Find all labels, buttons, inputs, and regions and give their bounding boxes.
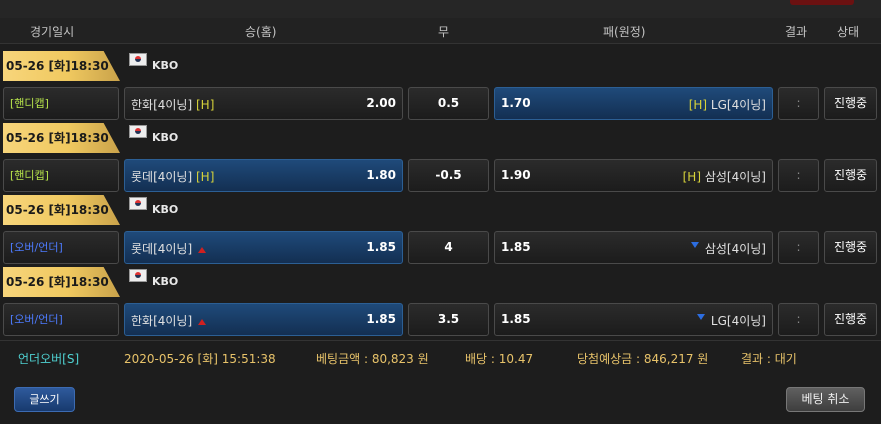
korea-flag-icon [129, 269, 147, 282]
home-odds: 1.85 [366, 312, 396, 326]
under-arrow-icon [696, 314, 705, 320]
game-row: 05-26 [화]18:30 KBO [오버/언더] 롯데[4이닝] 1.85 … [0, 195, 881, 267]
draw-handicap-value[interactable]: 3.5 [408, 303, 489, 336]
away-odds: 1.70 [501, 96, 531, 110]
summary-datetime: 2020-05-26 [화] 15:51:38 [124, 352, 276, 366]
away-bet-button[interactable]: 1.85 삼성[4이닝] [494, 231, 773, 264]
home-odds: 2.00 [366, 96, 396, 110]
summary-bet-amount: 베팅금액 : 80,823 원 [316, 352, 429, 366]
over-arrow-icon [198, 318, 207, 325]
away-odds: 1.90 [501, 168, 531, 182]
bet-type-label: [핸디캡] [3, 87, 119, 120]
korea-flag-icon [129, 197, 147, 210]
top-red-button[interactable] [790, 0, 854, 5]
home-bet-button[interactable]: 롯데[4이닝] 1.85 [124, 231, 403, 264]
game-status-badge: 진행중 [824, 231, 877, 264]
draw-handicap-value[interactable]: 0.5 [408, 87, 489, 120]
home-team-label: 한화[4이닝] [131, 312, 207, 329]
game-date-tab: 05-26 [화]18:30 [3, 51, 120, 81]
game-date-tab: 05-26 [화]18:30 [3, 267, 120, 297]
game-date-tab: 05-26 [화]18:30 [3, 195, 120, 225]
away-team-label: [H] LG[4이닝] [688, 98, 766, 112]
away-bet-button[interactable]: 1.90 [H] 삼성[4이닝] [494, 159, 773, 192]
game-row: 05-26 [화]18:30 KBO [오버/언더] 한화[4이닝] 1.85 … [0, 267, 881, 339]
league-name: KBO [152, 59, 179, 72]
game-row: 05-26 [화]18:30 KBO [핸디캡] 롯데[4이닝] [H] 1.8… [0, 123, 881, 195]
korea-flag-icon [129, 125, 147, 138]
away-bet-button[interactable]: 1.85 LG[4이닝] [494, 303, 773, 336]
away-odds: 1.85 [501, 312, 531, 326]
header-home: 승(홈) [245, 25, 277, 39]
home-bet-button[interactable]: 한화[4이닝] 1.85 [124, 303, 403, 336]
home-bet-button[interactable]: 한화[4이닝] [H] 2.00 [124, 87, 403, 120]
away-odds: 1.85 [501, 240, 531, 254]
game-result: : [778, 231, 819, 264]
home-team-label: 롯데[4이닝] [H] [131, 170, 215, 184]
away-team-label: [H] 삼성[4이닝] [682, 170, 766, 184]
home-bet-button[interactable]: 롯데[4이닝] [H] 1.80 [124, 159, 403, 192]
game-status-badge: 진행중 [824, 303, 877, 336]
league-name: KBO [152, 203, 179, 216]
away-team-label: LG[4이닝] [696, 312, 766, 329]
header-away: 패(원정) [603, 25, 646, 39]
league-name: KBO [152, 131, 179, 144]
game-result: : [778, 87, 819, 120]
game-result: : [778, 159, 819, 192]
summary-expected-win: 당첨예상금 : 846,217 원 [577, 352, 709, 366]
league-name: KBO [152, 275, 179, 288]
draw-handicap-value[interactable]: -0.5 [408, 159, 489, 192]
header-result: 결과 [785, 25, 808, 39]
game-result: : [778, 303, 819, 336]
cancel-bet-button[interactable]: 베팅 취소 [786, 387, 865, 412]
bet-type-label: [오버/언더] [3, 303, 119, 336]
korea-flag-icon [129, 53, 147, 66]
away-bet-button[interactable]: 1.70 [H] LG[4이닝] [494, 87, 773, 120]
game-row: 05-26 [화]18:30 KBO [핸디캡] 한화[4이닝] [H] 2.0… [0, 51, 881, 123]
under-arrow-icon [690, 242, 699, 248]
header-draw: 무 [438, 25, 450, 39]
bet-type-label: [오버/언더] [3, 231, 119, 264]
summary-rate: 배당 : 10.47 [465, 352, 534, 366]
header-date-time: 경기일시 [30, 25, 75, 39]
home-team-label: 한화[4이닝] [H] [131, 98, 215, 112]
home-odds: 1.85 [366, 240, 396, 254]
write-button[interactable]: 글쓰기 [14, 387, 75, 412]
header-status: 상태 [837, 25, 860, 39]
top-strip [0, 0, 881, 18]
game-status-badge: 진행중 [824, 87, 877, 120]
draw-handicap-value[interactable]: 4 [408, 231, 489, 264]
bet-summary: 언더오버[S] 2020-05-26 [화] 15:51:38 베팅금액 : 8… [0, 340, 881, 374]
away-team-label: 삼성[4이닝] [690, 240, 766, 257]
table-header: 경기일시 승(홈) 무 패(원정) 결과 상태 [0, 18, 881, 44]
over-arrow-icon [198, 246, 207, 253]
summary-bet-type: 언더오버[S] [18, 352, 80, 366]
game-status-badge: 진행중 [824, 159, 877, 192]
bet-type-label: [핸디캡] [3, 159, 119, 192]
game-date-tab: 05-26 [화]18:30 [3, 123, 120, 153]
summary-result: 결과 : 대기 [741, 352, 797, 366]
home-odds: 1.80 [366, 168, 396, 182]
home-team-label: 롯데[4이닝] [131, 240, 207, 257]
